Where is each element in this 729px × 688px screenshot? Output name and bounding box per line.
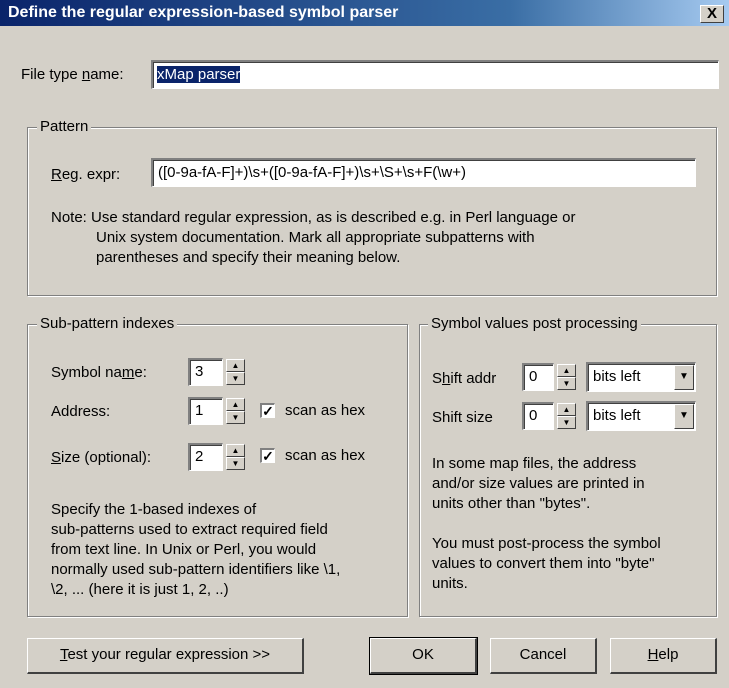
shift-size-unit-value: bits left bbox=[593, 407, 641, 424]
regex-label: Reg. expr: bbox=[51, 166, 121, 183]
symbol-name-input[interactable]: 3 bbox=[188, 358, 223, 386]
subpattern-help-line: from text line. In Unix or Perl, you wou… bbox=[51, 541, 317, 558]
spin-down-icon[interactable]: ▼ bbox=[226, 372, 245, 385]
shift-addr-input[interactable]: 0 bbox=[522, 363, 554, 391]
subpattern-help-line: sub-patterns used to extract required fi… bbox=[51, 521, 328, 538]
postproc-help-line bbox=[432, 514, 712, 534]
pattern-note-line: Unix system documentation. Mark all appr… bbox=[96, 229, 535, 246]
spin-down-icon[interactable]: ▼ bbox=[557, 377, 576, 390]
address-hex-label: scan as hex bbox=[285, 402, 366, 419]
postproc-help: In some map files, the address and/or si… bbox=[432, 454, 712, 594]
postproc-help-line: You must post-process the symbol bbox=[432, 535, 661, 552]
size-hex-checkbox[interactable]: ✓ bbox=[260, 448, 275, 463]
shift-addr-unit-select[interactable]: bits left ▼ bbox=[586, 362, 696, 392]
test-regex-button[interactable]: Test your regular expression >> bbox=[27, 638, 304, 674]
shift-size-spinner[interactable]: ▲ ▼ bbox=[557, 403, 576, 429]
spin-up-icon[interactable]: ▲ bbox=[226, 359, 245, 372]
symbol-name-spinner[interactable]: ▲ ▼ bbox=[226, 359, 245, 385]
spin-up-icon[interactable]: ▲ bbox=[557, 403, 576, 416]
shift-size-input[interactable]: 0 bbox=[522, 402, 554, 430]
spin-down-icon[interactable]: ▼ bbox=[557, 416, 576, 429]
postproc-help-line: In some map files, the address bbox=[432, 455, 637, 472]
file-type-value: xMap parser bbox=[157, 66, 241, 83]
spin-up-icon[interactable]: ▲ bbox=[557, 364, 576, 377]
address-hex-checkbox[interactable]: ✓ bbox=[260, 403, 275, 418]
spin-up-icon[interactable]: ▲ bbox=[226, 444, 245, 457]
size-spinner[interactable]: ▲ ▼ bbox=[226, 444, 245, 470]
subpattern-help-line: \2, ... (here it is just 1, 2, ..) bbox=[51, 581, 229, 598]
ok-button[interactable]: OK bbox=[369, 637, 478, 675]
shift-size-unit-select[interactable]: bits left ▼ bbox=[586, 401, 696, 431]
pattern-note: Note: Use standard regular expression, a… bbox=[51, 208, 701, 268]
chevron-down-icon[interactable]: ▼ bbox=[674, 404, 694, 429]
size-hex-label: scan as hex bbox=[285, 447, 366, 464]
postproc-help-line: units. bbox=[432, 575, 468, 592]
pattern-note-line: parentheses and specify their meaning be… bbox=[96, 249, 401, 266]
subpattern-help-line: normally used sub-pattern identifiers li… bbox=[51, 561, 341, 578]
postproc-help-line: values to convert them into "byte" bbox=[432, 555, 655, 572]
window-title: Define the regular expression-based symb… bbox=[8, 4, 399, 21]
file-type-label: File type name: bbox=[21, 66, 124, 83]
pattern-group-label: Pattern bbox=[37, 118, 92, 135]
subpattern-group-label: Sub-pattern indexes bbox=[37, 315, 178, 332]
shift-size-label: Shift size bbox=[432, 409, 493, 426]
spin-down-icon[interactable]: ▼ bbox=[226, 411, 245, 424]
shift-addr-spinner[interactable]: ▲ ▼ bbox=[557, 364, 576, 390]
spin-down-icon[interactable]: ▼ bbox=[226, 457, 245, 470]
close-button[interactable]: X bbox=[700, 5, 724, 23]
size-input[interactable]: 2 bbox=[188, 443, 223, 471]
subpattern-help-line: Specify the 1-based indexes of bbox=[51, 501, 257, 518]
file-type-input[interactable]: xMap parser bbox=[151, 60, 719, 89]
postproc-help-line: units other than "bytes". bbox=[432, 495, 591, 512]
postproc-group-label: Symbol values post processing bbox=[428, 315, 641, 332]
address-label: Address: bbox=[51, 403, 111, 420]
symbol-name-label: Symbol name: bbox=[51, 364, 147, 381]
cancel-button[interactable]: Cancel bbox=[490, 638, 597, 674]
address-input[interactable]: 1 bbox=[188, 397, 223, 425]
subpattern-help: Specify the 1-based indexes of sub-patte… bbox=[51, 500, 401, 600]
postproc-help-line: and/or size values are printed in bbox=[432, 475, 645, 492]
shift-addr-unit-value: bits left bbox=[593, 368, 641, 385]
shift-addr-label: Shift addr bbox=[432, 370, 497, 387]
size-label: Size (optional): bbox=[51, 449, 152, 466]
help-button[interactable]: Help bbox=[610, 638, 717, 674]
regex-input[interactable]: ([0-9a-fA-F]+)\s+([0-9a-fA-F]+)\s+\S+\s+… bbox=[151, 158, 696, 187]
spin-up-icon[interactable]: ▲ bbox=[226, 398, 245, 411]
address-spinner[interactable]: ▲ ▼ bbox=[226, 398, 245, 424]
chevron-down-icon[interactable]: ▼ bbox=[674, 365, 694, 390]
pattern-note-line: Note: Use standard regular expression, a… bbox=[51, 209, 576, 226]
